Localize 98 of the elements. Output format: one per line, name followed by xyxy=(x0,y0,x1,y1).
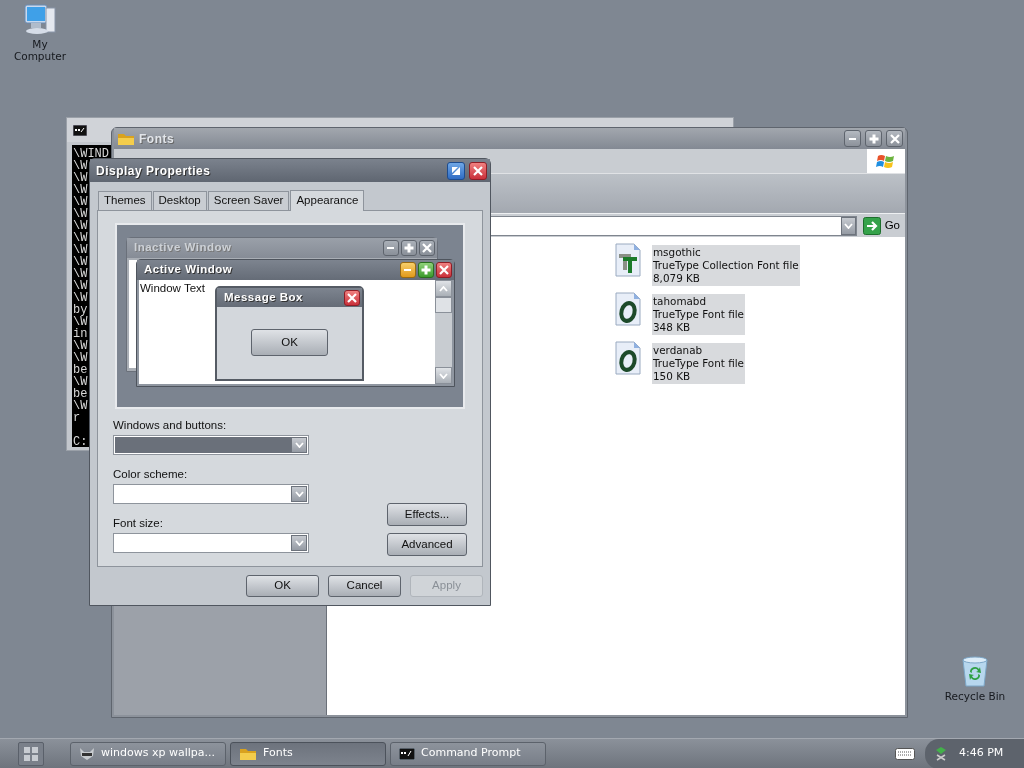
maximize-button[interactable] xyxy=(865,130,882,147)
close-button[interactable] xyxy=(344,289,360,306)
dialog-button[interactable]: Effects... xyxy=(387,503,467,526)
taskbar-button[interactable]: windows xp wallpa... xyxy=(70,741,226,766)
tab[interactable]: Themes xyxy=(98,191,152,210)
help-icon xyxy=(450,164,462,177)
start-button[interactable] xyxy=(18,741,44,766)
scrollbar[interactable] xyxy=(435,280,452,384)
close-icon xyxy=(346,291,358,304)
dropdown-button[interactable] xyxy=(840,216,856,235)
font-file-icon xyxy=(614,243,644,279)
console-icon xyxy=(73,124,87,136)
window-title: Fonts xyxy=(139,130,175,148)
console-line: \W xyxy=(73,340,88,352)
minimize-button[interactable] xyxy=(400,262,416,278)
field-label: Font size: xyxy=(113,517,164,530)
help-button[interactable] xyxy=(447,161,465,180)
file-label[interactable]: tahomabd TrueType Font file 348 KB xyxy=(652,294,745,335)
console-line: \W xyxy=(73,316,88,328)
plus-icon xyxy=(420,264,432,276)
file-label[interactable]: msgothic TrueType Collection Font file 8,079 KB xyxy=(652,245,800,286)
window-title: Inactive Window xyxy=(134,240,232,256)
taskbar-button[interactable]: Fonts xyxy=(230,741,386,766)
console-line: \W xyxy=(73,172,88,184)
file-label[interactable]: verdanab TrueType Font file 150 KB xyxy=(652,343,745,384)
console-line: \W xyxy=(73,292,88,304)
dropdown-field[interactable] xyxy=(113,484,309,504)
console-line: \W xyxy=(73,160,88,172)
close-icon xyxy=(438,264,450,276)
go-button[interactable]: Go xyxy=(862,216,900,235)
font-file-icon xyxy=(614,341,644,377)
minimize-button[interactable] xyxy=(844,130,861,147)
dropdown-field[interactable] xyxy=(113,533,309,553)
close-button[interactable] xyxy=(436,262,452,278)
minimize-button[interactable] xyxy=(383,240,399,256)
caret-icon xyxy=(294,491,304,497)
scroll-down-button[interactable] xyxy=(435,367,452,384)
console-line: \W xyxy=(73,244,88,256)
caret-icon xyxy=(843,222,853,229)
console-line: \W xyxy=(73,208,88,220)
console-line: r xyxy=(73,412,81,424)
console-icon xyxy=(399,747,415,760)
close-icon xyxy=(472,164,484,177)
close-button[interactable] xyxy=(419,240,435,256)
console-line: \W xyxy=(73,280,88,292)
tab[interactable]: Screen Saver xyxy=(207,191,290,210)
keyboard-icon xyxy=(895,747,915,760)
dialog-button[interactable]: Cancel xyxy=(328,575,401,597)
console-line: \W xyxy=(73,256,88,268)
console-line: \WIND xyxy=(73,148,109,160)
window-text: Window Text xyxy=(139,281,205,296)
console-line: \W xyxy=(73,352,88,364)
console-line: by xyxy=(73,304,88,316)
scroll-thumb[interactable] xyxy=(435,297,452,313)
close-icon xyxy=(421,242,433,254)
icon-label[interactable]: Recycle Bin xyxy=(944,690,1006,702)
console-line: \W xyxy=(73,184,88,196)
field-label: Windows and buttons: xyxy=(113,419,228,432)
dialog-button[interactable]: Advanced xyxy=(387,533,467,556)
ok-button[interactable]: OK xyxy=(251,329,328,356)
plus-icon xyxy=(867,132,880,145)
flag-icon xyxy=(876,152,896,170)
maximize-button[interactable] xyxy=(418,262,434,278)
console-line: be xyxy=(73,388,88,400)
caret-icon xyxy=(439,285,448,292)
caret-icon xyxy=(294,540,304,546)
clock: 4:46 PM xyxy=(959,745,1004,762)
caret-icon xyxy=(439,372,448,379)
console-line: \W xyxy=(73,268,88,280)
maximize-button[interactable] xyxy=(401,240,417,256)
dropdown-field[interactable] xyxy=(113,435,309,455)
field-label: Color scheme: xyxy=(113,468,189,481)
console-line: \W xyxy=(73,232,88,244)
console-line: \W xyxy=(73,196,88,208)
window-title: Display Properties xyxy=(96,162,211,180)
plus-icon xyxy=(403,242,415,254)
caret-icon xyxy=(294,442,304,448)
tab[interactable]: Appearance xyxy=(290,190,365,211)
console-prompt: C: xyxy=(73,436,88,448)
folder-icon xyxy=(117,131,135,146)
close-button[interactable] xyxy=(886,130,903,147)
folder-icon xyxy=(239,746,257,761)
close-icon xyxy=(888,132,901,145)
window-title: Active Window xyxy=(144,262,233,278)
font-file-icon xyxy=(614,292,644,328)
computer-icon xyxy=(22,2,58,36)
dialog-button[interactable]: OK xyxy=(246,575,319,597)
console-line: \W xyxy=(73,400,88,412)
console-line: in xyxy=(73,328,88,340)
animal-icon xyxy=(79,746,95,761)
console-line: \W xyxy=(73,220,88,232)
console-line: be xyxy=(73,364,88,376)
close-button[interactable] xyxy=(469,161,487,180)
tab[interactable]: Desktop xyxy=(152,191,207,210)
console-line: \W xyxy=(73,376,88,388)
window-title: Message Box xyxy=(224,289,303,305)
icon-label[interactable]: My Computer xyxy=(10,38,70,62)
grid-icon xyxy=(24,746,38,761)
